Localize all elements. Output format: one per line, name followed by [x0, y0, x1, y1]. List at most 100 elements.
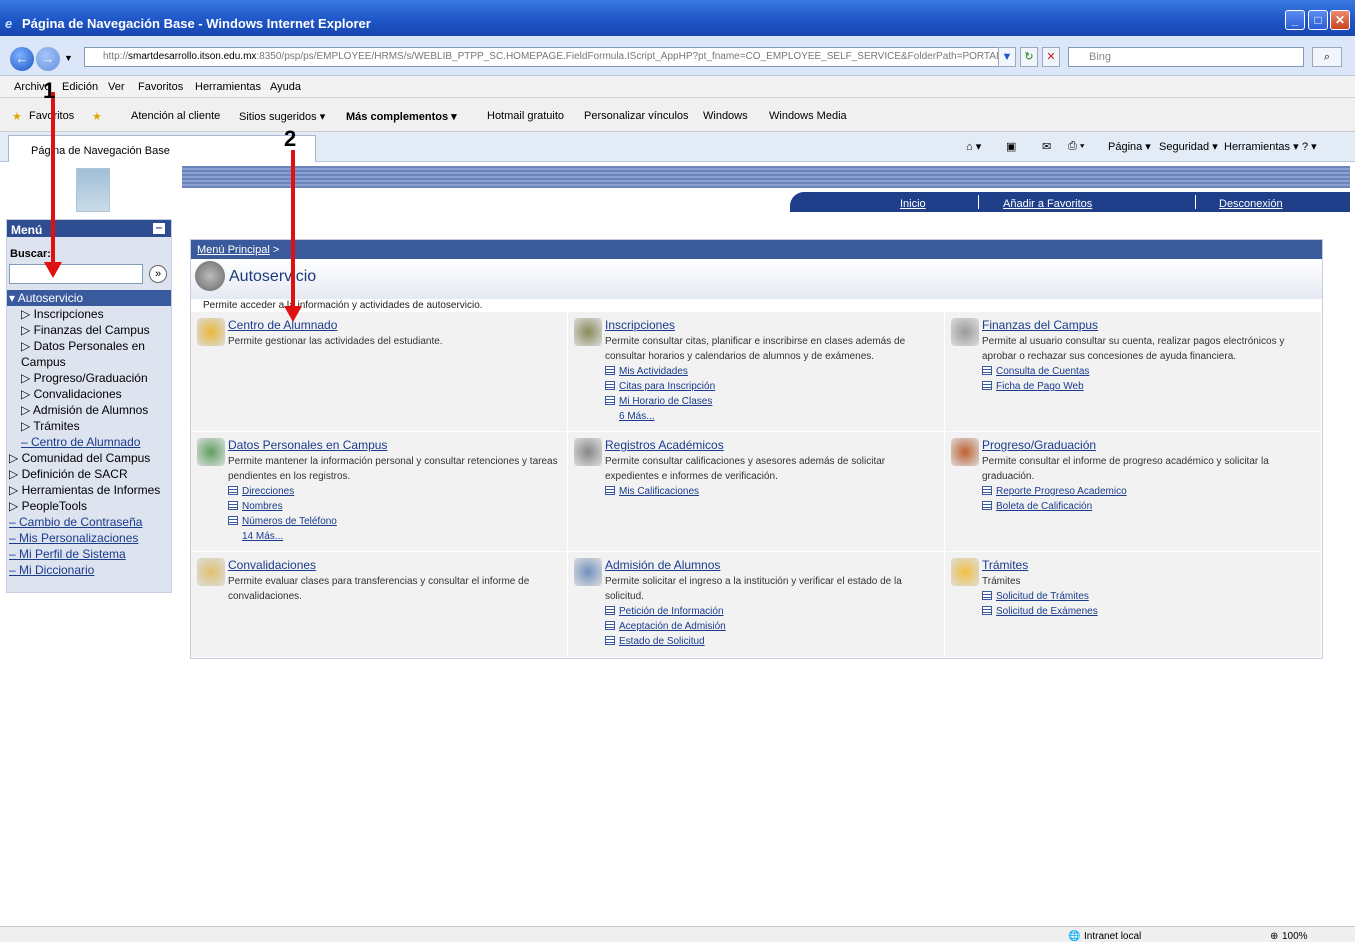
- tile-sublink[interactable]: Consulta de Cuentas: [982, 366, 1089, 377]
- tile-sublink[interactable]: Solicitud de Exámenes: [982, 606, 1098, 617]
- arrow-1-head: [44, 262, 62, 278]
- tile-title-link[interactable]: Admisión de Alumnos: [605, 558, 720, 572]
- tile-sublink[interactable]: Ficha de Pago Web: [982, 381, 1084, 392]
- tool-herramientas[interactable]: Herramientas ▾: [1224, 140, 1299, 153]
- link-inicio[interactable]: Inicio: [900, 198, 926, 210]
- menu-item[interactable]: Campus: [7, 354, 171, 370]
- zoom-icon[interactable]: ⊕: [1270, 931, 1278, 942]
- address-field[interactable]: http://smartdesarrollo.itson.edu.mx:8350…: [84, 47, 1014, 67]
- search-input[interactable]: Bing: [1068, 47, 1304, 67]
- home-icon[interactable]: ⌂ ▾: [966, 140, 981, 153]
- fav-link-sitios[interactable]: Sitios sugeridos ▾: [239, 110, 325, 123]
- help-icon[interactable]: ? ▾: [1302, 140, 1317, 153]
- tile-sublink[interactable]: Nombres: [228, 501, 283, 512]
- menu-item[interactable]: ▾ Autoservicio: [7, 290, 171, 306]
- address-dropdown-icon[interactable]: ▼: [998, 47, 1016, 67]
- breadcrumb-menu-principal[interactable]: Menú Principal: [197, 244, 270, 256]
- fav-link-atencion[interactable]: Atención al cliente: [131, 110, 220, 122]
- tile-sublink-label: Aceptación de Admisión: [619, 621, 726, 632]
- menu-favoritos[interactable]: Favoritos: [138, 81, 183, 93]
- mail-icon[interactable]: ✉: [1042, 140, 1051, 153]
- link-anadir-favoritos[interactable]: Añadir a Favoritos: [1003, 198, 1092, 210]
- tile-sublink[interactable]: Boleta de Calificación: [982, 501, 1092, 512]
- address-host: smartdesarrollo.itson.edu.mx: [128, 51, 257, 62]
- tile-sublink-label: Solicitud de Exámenes: [996, 606, 1098, 617]
- tile-sublink-label: Petición de Información: [619, 606, 724, 617]
- maximize-button[interactable]: □: [1308, 10, 1328, 30]
- tile-title-link[interactable]: Centro de Alumnado: [228, 318, 337, 332]
- menu-item[interactable]: ▷ Datos Personales en: [7, 338, 171, 354]
- zoom-level[interactable]: 100%: [1282, 931, 1308, 942]
- menu-item[interactable]: – Centro de Alumnado: [7, 434, 171, 450]
- search-icon[interactable]: ⌕: [1312, 47, 1342, 67]
- menu-item[interactable]: – Mi Perfil de Sistema: [7, 546, 171, 562]
- menu-item[interactable]: ▷ Finanzas del Campus: [7, 322, 171, 338]
- fav-link-windows-media[interactable]: Windows Media: [769, 110, 847, 122]
- tile-description: Permite solicitar el ingreso a la instit…: [605, 576, 902, 602]
- page-icon: [982, 381, 992, 390]
- menu-item[interactable]: – Mis Personalizaciones: [7, 530, 171, 546]
- tile-sublink[interactable]: Mis Actividades: [605, 366, 688, 377]
- add-favorite-icon[interactable]: ★: [92, 110, 102, 123]
- search-go-icon[interactable]: »: [149, 265, 167, 283]
- forward-button[interactable]: →: [36, 47, 60, 71]
- tile-sublink[interactable]: Direcciones: [228, 486, 294, 497]
- tile: Convalidaciones Permite evaluar clases pa…: [191, 552, 568, 658]
- menu-item[interactable]: ▷ Definición de SACR: [7, 466, 171, 482]
- tool-seguridad[interactable]: Seguridad ▾: [1159, 140, 1218, 153]
- tile-sublink[interactable]: Citas para Inscripción: [605, 381, 715, 392]
- menu-ayuda[interactable]: Ayuda: [270, 81, 301, 93]
- menu-bar: Archivo Edición Ver Favoritos Herramient…: [0, 76, 1355, 98]
- menu-item[interactable]: ▷ Comunidad del Campus: [7, 450, 171, 466]
- fav-link-windows[interactable]: Windows: [703, 110, 748, 122]
- tile-title-link[interactable]: Finanzas del Campus: [982, 318, 1098, 332]
- menu-item[interactable]: ▷ PeopleTools: [7, 498, 171, 514]
- menu-ver[interactable]: Ver: [108, 81, 125, 93]
- menu-item[interactable]: ▷ Inscripciones: [7, 306, 171, 322]
- tile-title-link[interactable]: Progreso/Graduación: [982, 438, 1096, 452]
- breadcrumb: Menú Principal >: [191, 240, 1322, 259]
- more-link[interactable]: 6 Más...: [619, 411, 655, 422]
- more-link[interactable]: 14 Más...: [242, 531, 283, 542]
- tile-sublink-label: Nombres: [242, 501, 283, 512]
- tile-sublink[interactable]: Mi Horario de Clases: [605, 396, 712, 407]
- tile-sublink[interactable]: Reporte Progreso Academico: [982, 486, 1127, 497]
- history-dropdown-icon[interactable]: ▼: [64, 53, 73, 63]
- tile-sublink[interactable]: Números de Teléfono: [228, 516, 337, 527]
- tile-title-link[interactable]: Inscripciones: [605, 318, 675, 332]
- refresh-icon[interactable]: ↻: [1020, 47, 1038, 67]
- minimize-button[interactable]: _: [1285, 10, 1305, 30]
- print-icon[interactable]: ⎙ ▾: [1068, 140, 1084, 153]
- tile-sublink[interactable]: Estado de Solicitud: [605, 636, 705, 647]
- feeds-icon[interactable]: ▣: [1006, 140, 1016, 153]
- menu-item[interactable]: – Mi Diccionario: [7, 562, 171, 578]
- tile-title-link[interactable]: Datos Personales en Campus: [228, 438, 387, 452]
- collapse-icon[interactable]: –: [153, 221, 165, 234]
- fav-link-complementos[interactable]: Más complementos ▾: [346, 110, 457, 123]
- tile-sublink[interactable]: Solicitud de Trámites: [982, 591, 1089, 602]
- back-button[interactable]: ←: [10, 47, 34, 71]
- fav-link-personalizar[interactable]: Personalizar vínculos: [584, 110, 689, 122]
- link-desconexion[interactable]: Desconexión: [1219, 198, 1283, 210]
- menu-item[interactable]: – Cambio de Contraseña: [7, 514, 171, 530]
- tool-pagina[interactable]: Página ▾: [1108, 140, 1151, 153]
- fav-link-hotmail[interactable]: Hotmail gratuito: [487, 110, 564, 122]
- menu-item[interactable]: ▷ Convalidaciones: [7, 386, 171, 402]
- tile-sublink[interactable]: Aceptación de Admisión: [605, 621, 726, 632]
- menu-search-input[interactable]: [9, 264, 143, 284]
- menu-edicion[interactable]: Edición: [62, 81, 98, 93]
- arrow-2-shaft: [291, 150, 295, 308]
- tile-sublink[interactable]: Petición de Información: [605, 606, 724, 617]
- tile-title-link[interactable]: Trámites: [982, 558, 1028, 572]
- tile-title-link[interactable]: Convalidaciones: [228, 558, 316, 572]
- menu-item[interactable]: ▷ Admisión de Alumnos: [7, 402, 171, 418]
- menu-item[interactable]: ▷ Progreso/Graduación: [7, 370, 171, 386]
- menu-item[interactable]: ▷ Trámites: [7, 418, 171, 434]
- menu-item[interactable]: ▷ Herramientas de Informes: [7, 482, 171, 498]
- tile-sublink[interactable]: Mis Calificaciones: [605, 486, 699, 497]
- stop-icon[interactable]: ✕: [1042, 47, 1060, 67]
- tile-title-link[interactable]: Registros Académicos: [605, 438, 724, 452]
- close-button[interactable]: ✕: [1330, 10, 1350, 30]
- tile-sublink-label: Direcciones: [242, 486, 295, 497]
- menu-herramientas[interactable]: Herramientas: [195, 81, 261, 93]
